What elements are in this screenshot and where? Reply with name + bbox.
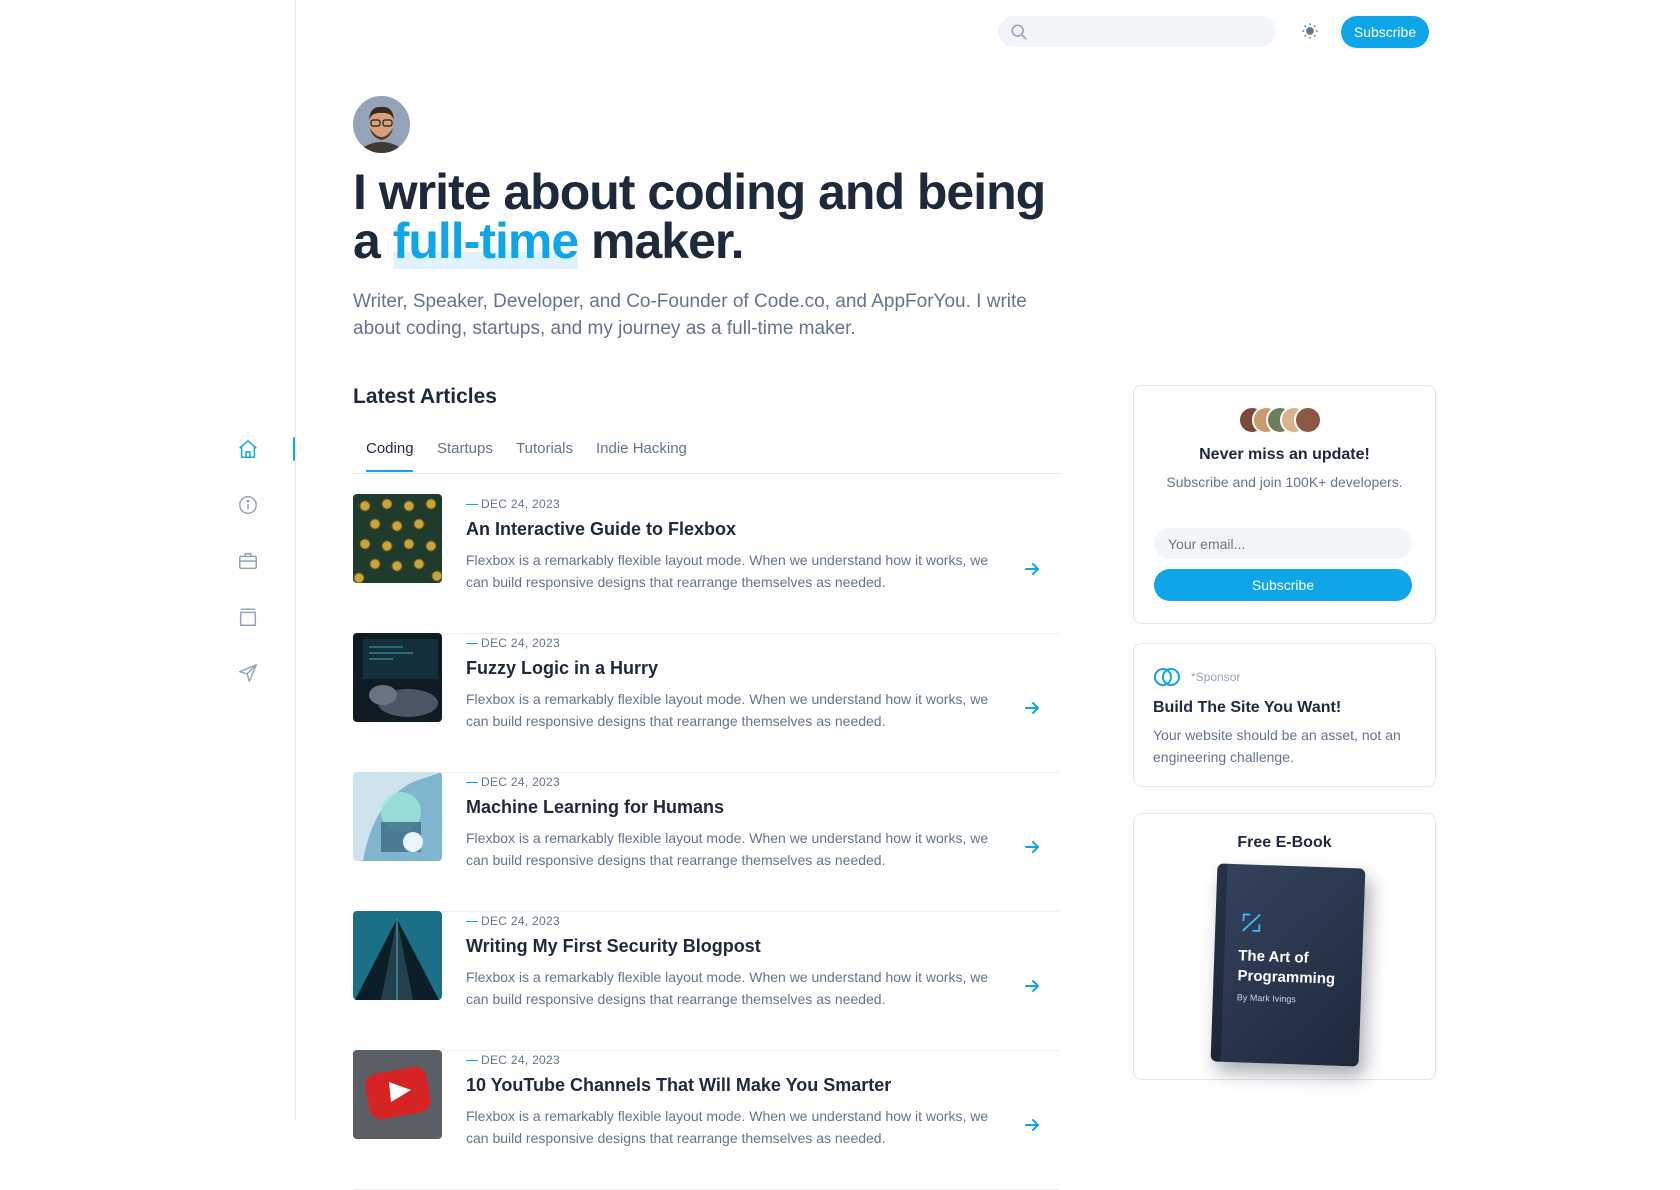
arrow-right-icon[interactable] — [1023, 838, 1041, 856]
newsletter-subscribe-button[interactable]: Subscribe — [1154, 569, 1412, 601]
article-row[interactable]: DEC 24, 2023 Machine Learning for Humans… — [353, 772, 1059, 912]
hero-title-line1: I write about coding and being — [353, 164, 1046, 220]
header-subscribe-button[interactable]: Subscribe — [1341, 16, 1429, 48]
tab-startups[interactable]: Startups — [437, 440, 493, 457]
article-thumbnail — [353, 772, 442, 861]
newsletter-card: Never miss an update! Subscribe and join… — [1133, 385, 1436, 624]
archive-icon — [239, 608, 257, 626]
newsletter-subtitle: Subscribe and join 100K+ developers. — [1166, 474, 1403, 490]
search-input[interactable] — [1038, 16, 1267, 49]
article-row[interactable]: DEC 24, 2023 Fuzzy Logic in a Hurry Flex… — [353, 633, 1059, 773]
hero-title-prefix: a — [353, 213, 393, 269]
tab-active-underline — [366, 470, 413, 472]
sponsor-title[interactable]: Build The Site You Want! — [1153, 699, 1341, 717]
article-title[interactable]: Writing My First Security Blogpost — [466, 936, 761, 957]
sponsor-logo-icon — [1154, 668, 1180, 686]
article-excerpt: Flexbox is a remarkably flexible layout … — [466, 691, 989, 729]
search-icon — [1011, 24, 1027, 40]
article-row[interactable]: DEC 24, 2023 Writing My First Security B… — [353, 911, 1059, 1051]
search-box[interactable] — [998, 16, 1276, 49]
theme-toggle-button[interactable] — [1299, 20, 1321, 42]
latest-articles-heading: Latest Articles — [353, 385, 497, 408]
sidebar-active-indicator — [293, 437, 295, 461]
article-date: DEC 24, 2023 — [466, 497, 560, 511]
article-thumbnail — [353, 1050, 442, 1139]
article-tabs: Coding Startups Tutorials Indie Hacking — [353, 430, 1059, 474]
article-title[interactable]: Machine Learning for Humans — [466, 797, 724, 818]
sidebar-item-contact[interactable] — [236, 661, 260, 685]
tab-coding[interactable]: Coding — [366, 440, 414, 457]
article-date: DEC 24, 2023 — [466, 636, 560, 650]
sidebar-item-work[interactable] — [236, 549, 260, 573]
article-thumbnail — [353, 911, 442, 1000]
avatar — [1294, 406, 1322, 434]
article-title[interactable]: An Interactive Guide to Flexbox — [466, 519, 736, 540]
home-icon — [239, 440, 257, 458]
article-row[interactable]: DEC 24, 2023 An Interactive Guide to Fle… — [353, 494, 1059, 634]
ebook-card[interactable]: Free E-Book The Art of Programming By Ma… — [1133, 813, 1436, 1080]
sidebar-item-home[interactable] — [236, 437, 260, 461]
arrow-right-icon[interactable] — [1023, 977, 1041, 995]
info-icon — [239, 496, 257, 514]
ebook-heading: Free E-Book — [1237, 834, 1332, 851]
article-date: DEC 24, 2023 — [466, 1053, 560, 1067]
article-date: DEC 24, 2023 — [466, 914, 560, 928]
author-avatar — [353, 96, 410, 153]
sidebar-divider — [295, 0, 296, 1120]
code-icon — [1242, 913, 1261, 932]
arrow-right-icon[interactable] — [1023, 560, 1041, 578]
newsletter-title: Never miss an update! — [1199, 446, 1370, 463]
hero-title: I write about coding and being a full-ti… — [353, 167, 1073, 269]
article-thumbnail — [353, 633, 442, 722]
hero-title-highlight: full-time — [392, 213, 579, 269]
ebook-book-author: By Mark Ivings — [1236, 992, 1296, 1005]
article-excerpt: Flexbox is a remarkably flexible layout … — [466, 1108, 989, 1146]
article-date: DEC 24, 2023 — [466, 775, 560, 789]
sidebar-item-archive[interactable] — [236, 605, 260, 629]
sponsor-card[interactable]: *Sponsor Build The Site You Want! Your w… — [1133, 643, 1436, 787]
subscriber-avatars — [1238, 406, 1338, 434]
hero-subtitle: Writer, Speaker, Developer, and Co-Found… — [353, 291, 1027, 339]
send-icon — [239, 664, 257, 682]
sponsor-tag: *Sponsor — [1191, 670, 1241, 684]
tab-indie-hacking[interactable]: Indie Hacking — [596, 440, 687, 457]
article-title[interactable]: Fuzzy Logic in a Hurry — [466, 658, 658, 679]
article-excerpt: Flexbox is a remarkably flexible layout … — [466, 969, 989, 1007]
sun-icon — [1302, 23, 1318, 39]
email-field[interactable] — [1154, 528, 1412, 559]
article-title[interactable]: 10 YouTube Channels That Will Make You S… — [466, 1075, 891, 1096]
ebook-cover[interactable]: The Art of Programming By Mark Ivings — [1210, 863, 1366, 1067]
ebook-book-title: The Art of Programming — [1237, 947, 1336, 988]
article-row[interactable]: DEC 24, 2023 10 YouTube Channels That Wi… — [353, 1050, 1059, 1190]
tab-tutorials[interactable]: Tutorials — [516, 440, 573, 457]
article-thumbnail — [353, 494, 442, 583]
arrow-right-icon[interactable] — [1023, 1116, 1041, 1134]
sidebar-item-about[interactable] — [236, 493, 260, 517]
briefcase-icon — [239, 552, 257, 570]
article-excerpt: Flexbox is a remarkably flexible layout … — [466, 830, 989, 868]
arrow-right-icon[interactable] — [1023, 699, 1041, 717]
hero-title-suffix: maker. — [578, 213, 744, 269]
sponsor-description: Your website should be an asset, not an … — [1153, 727, 1401, 765]
article-excerpt: Flexbox is a remarkably flexible layout … — [466, 552, 989, 590]
